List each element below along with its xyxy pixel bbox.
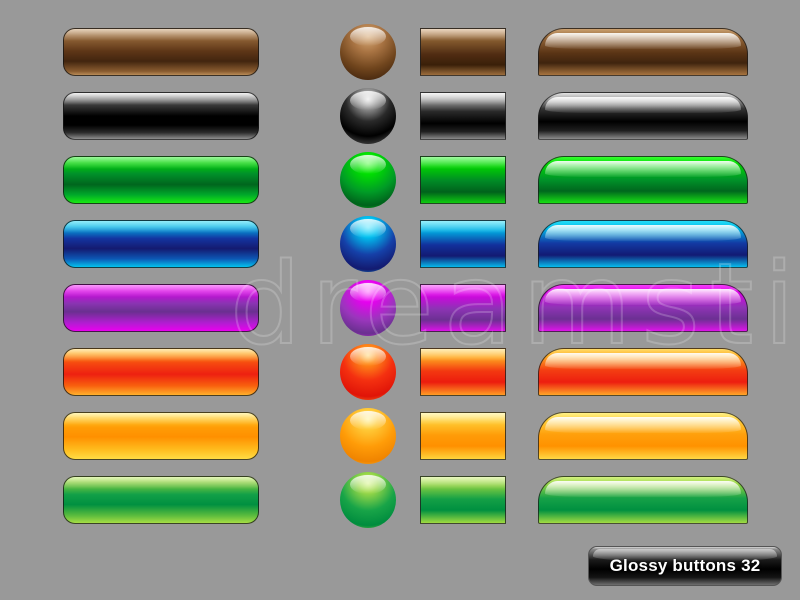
gloss-highlight <box>350 282 386 302</box>
button-lime-rect[interactable] <box>420 476 506 524</box>
button-amber-circle[interactable] <box>340 408 396 464</box>
gloss-highlight <box>64 221 258 233</box>
button-red-slab[interactable] <box>538 348 748 396</box>
gloss-highlight <box>350 410 386 430</box>
button-row-amber <box>0 408 800 464</box>
gloss-highlight <box>350 474 386 494</box>
button-brown-rect[interactable] <box>420 28 506 76</box>
button-blue-wide[interactable] <box>63 220 259 268</box>
gloss-highlight <box>545 353 741 369</box>
button-amber-rect[interactable] <box>420 412 506 460</box>
gloss-highlight <box>64 285 258 297</box>
gloss-highlight <box>350 346 386 366</box>
button-brown-circle[interactable] <box>340 24 396 80</box>
button-row-magenta <box>0 280 800 336</box>
button-lime-wide[interactable] <box>63 476 259 524</box>
gloss-highlight <box>64 413 258 425</box>
button-black-slab[interactable] <box>538 92 748 140</box>
button-row-lime <box>0 472 800 528</box>
button-brown-slab[interactable] <box>538 28 748 76</box>
button-green-slab[interactable] <box>538 156 748 204</box>
gloss-highlight <box>350 218 386 238</box>
gloss-highlight <box>350 154 386 174</box>
button-magenta-circle[interactable] <box>340 280 396 336</box>
button-blue-circle[interactable] <box>340 216 396 272</box>
button-magenta-rect[interactable] <box>420 284 506 332</box>
gloss-highlight <box>421 221 505 233</box>
button-brown-wide[interactable] <box>63 28 259 76</box>
gloss-highlight <box>545 481 741 497</box>
button-lime-circle[interactable] <box>340 472 396 528</box>
gloss-highlight <box>545 417 741 433</box>
gloss-highlight <box>64 29 258 41</box>
button-red-circle[interactable] <box>340 344 396 400</box>
gloss-highlight <box>545 225 741 241</box>
button-magenta-wide[interactable] <box>63 284 259 332</box>
button-row-brown <box>0 24 800 80</box>
label-button-text: Glossy buttons 32 <box>609 556 761 575</box>
button-green-wide[interactable] <box>63 156 259 204</box>
gloss-highlight <box>350 26 386 46</box>
gloss-highlight <box>64 349 258 361</box>
gloss-highlight <box>545 161 741 177</box>
button-lime-slab[interactable] <box>538 476 748 524</box>
gloss-highlight <box>421 157 505 169</box>
gloss-highlight <box>421 477 505 489</box>
gloss-highlight <box>350 90 386 110</box>
button-black-circle[interactable] <box>340 88 396 144</box>
gloss-highlight <box>545 97 741 113</box>
label-button[interactable]: Glossy buttons 32 <box>588 546 782 586</box>
button-amber-wide[interactable] <box>63 412 259 460</box>
button-black-rect[interactable] <box>420 92 506 140</box>
button-amber-slab[interactable] <box>538 412 748 460</box>
gloss-highlight <box>545 289 741 305</box>
gloss-highlight <box>421 413 505 425</box>
button-row-red <box>0 344 800 400</box>
button-sheet <box>0 0 800 600</box>
button-black-wide[interactable] <box>63 92 259 140</box>
button-red-wide[interactable] <box>63 348 259 396</box>
gloss-highlight <box>421 285 505 297</box>
button-row-green <box>0 152 800 208</box>
gloss-highlight <box>421 93 505 105</box>
button-row-black <box>0 88 800 144</box>
gloss-highlight <box>545 33 741 49</box>
gloss-highlight <box>64 93 258 105</box>
gloss-highlight <box>64 477 258 489</box>
button-green-rect[interactable] <box>420 156 506 204</box>
button-blue-slab[interactable] <box>538 220 748 268</box>
button-magenta-slab[interactable] <box>538 284 748 332</box>
button-green-circle[interactable] <box>340 152 396 208</box>
gloss-highlight <box>421 349 505 361</box>
button-red-rect[interactable] <box>420 348 506 396</box>
button-row-blue <box>0 216 800 272</box>
gloss-highlight <box>421 29 505 41</box>
button-blue-rect[interactable] <box>420 220 506 268</box>
gloss-highlight <box>64 157 258 169</box>
